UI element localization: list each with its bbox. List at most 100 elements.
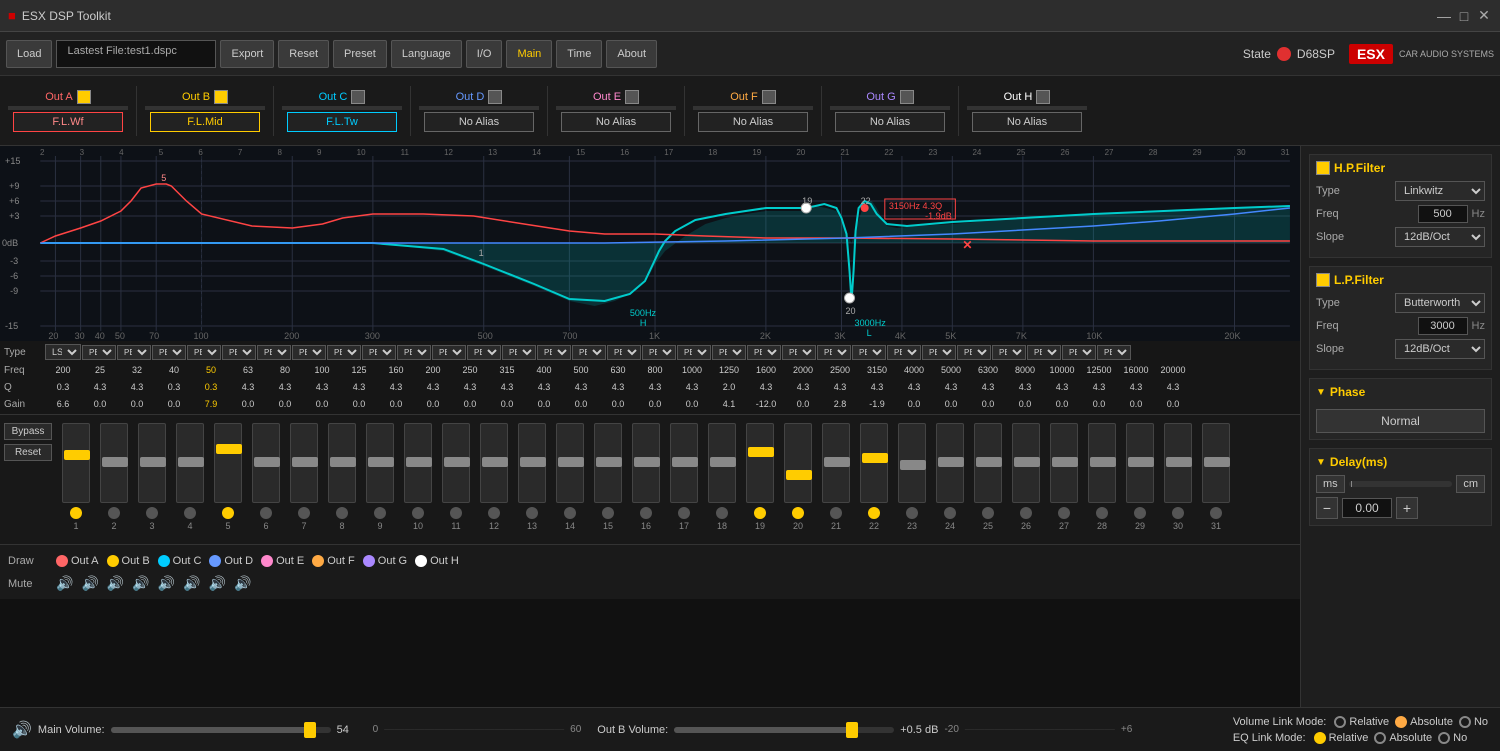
- channel-c-name-btn[interactable]: F.L.Tw: [287, 112, 397, 132]
- minimize-button[interactable]: —: [1436, 8, 1452, 24]
- channel-b-name-btn[interactable]: F.L.Mid: [150, 112, 260, 132]
- band5-type[interactable]: PE: [187, 345, 221, 360]
- channel-e-name-btn[interactable]: No Alias: [561, 112, 671, 132]
- fader-track-20[interactable]: [784, 423, 812, 503]
- band30-type[interactable]: PE: [1062, 345, 1096, 360]
- mute-g[interactable]: 🔊: [209, 575, 226, 592]
- fader-track-30[interactable]: [1164, 423, 1192, 503]
- fader-track-17[interactable]: [670, 423, 698, 503]
- band23-type[interactable]: PE: [817, 345, 851, 360]
- eq-link-relative-radio[interactable]: [1314, 732, 1326, 744]
- band18-type[interactable]: PE: [642, 345, 676, 360]
- fader-track-7[interactable]: [290, 423, 318, 503]
- fader-dot-11[interactable]: [450, 507, 462, 519]
- fader-dot-19[interactable]: [754, 507, 766, 519]
- fader-track-19[interactable]: [746, 423, 774, 503]
- fader-track-24[interactable]: [936, 423, 964, 503]
- fader-dot-4[interactable]: [184, 507, 196, 519]
- export-button[interactable]: Export: [220, 40, 274, 68]
- fader-track-11[interactable]: [442, 423, 470, 503]
- mute-f[interactable]: 🔊: [183, 575, 200, 592]
- fader-dot-15[interactable]: [602, 507, 614, 519]
- band10-type[interactable]: PE: [362, 345, 396, 360]
- band28-type[interactable]: PE: [992, 345, 1026, 360]
- channel-g-name-btn[interactable]: No Alias: [835, 112, 945, 132]
- band21-type[interactable]: PE: [747, 345, 781, 360]
- band26-type[interactable]: PE: [922, 345, 956, 360]
- band25-type[interactable]: PE: [887, 345, 921, 360]
- fader-dot-16[interactable]: [640, 507, 652, 519]
- draw-dot-f[interactable]: [312, 555, 324, 567]
- band1-type[interactable]: LS: [45, 344, 81, 360]
- fader-track-12[interactable]: [480, 423, 508, 503]
- band7-type[interactable]: PE: [257, 345, 291, 360]
- volume-link-no-radio[interactable]: [1459, 716, 1471, 728]
- fader-dot-12[interactable]: [488, 507, 500, 519]
- channel-h-name-btn[interactable]: No Alias: [972, 112, 1082, 132]
- channel-a-checkbox[interactable]: [77, 90, 91, 104]
- channel-e-checkbox[interactable]: [625, 90, 639, 104]
- fader-dot-27[interactable]: [1058, 507, 1070, 519]
- fader-dot-26[interactable]: [1020, 507, 1032, 519]
- draw-dot-a[interactable]: [56, 555, 68, 567]
- channel-b-checkbox[interactable]: [214, 90, 228, 104]
- eq-link-absolute-radio[interactable]: [1374, 732, 1386, 744]
- fader-dot-7[interactable]: [298, 507, 310, 519]
- fader-dot-24[interactable]: [944, 507, 956, 519]
- fader-track-29[interactable]: [1126, 423, 1154, 503]
- fader-track-3[interactable]: [138, 423, 166, 503]
- fader-track-18[interactable]: [708, 423, 736, 503]
- fader-track-26[interactable]: [1012, 423, 1040, 503]
- fader-track-4[interactable]: [176, 423, 204, 503]
- lp-freq-value[interactable]: 3000: [1418, 317, 1468, 335]
- fader-dot-23[interactable]: [906, 507, 918, 519]
- fader-track-28[interactable]: [1088, 423, 1116, 503]
- band16-type[interactable]: PE: [572, 345, 606, 360]
- band29-type[interactable]: PE: [1027, 345, 1061, 360]
- mute-b[interactable]: 🔊: [81, 575, 98, 592]
- reset-button[interactable]: Reset: [278, 40, 329, 68]
- mute-a[interactable]: 🔊: [56, 575, 73, 592]
- fader-track-2[interactable]: [100, 423, 128, 503]
- about-button[interactable]: About: [606, 40, 657, 68]
- phase-value-button[interactable]: Normal: [1316, 409, 1485, 433]
- draw-dot-d[interactable]: [209, 555, 221, 567]
- mute-d[interactable]: 🔊: [132, 575, 149, 592]
- io-button[interactable]: I/O: [466, 40, 503, 68]
- fader-dot-10[interactable]: [412, 507, 424, 519]
- fader-dot-21[interactable]: [830, 507, 842, 519]
- fader-track-15[interactable]: [594, 423, 622, 503]
- delay-ms-button[interactable]: ms: [1316, 475, 1345, 493]
- hp-freq-value[interactable]: 500: [1418, 205, 1468, 223]
- mute-e[interactable]: 🔊: [158, 575, 175, 592]
- hp-filter-enable[interactable]: [1316, 161, 1330, 175]
- delay-minus-button[interactable]: −: [1316, 497, 1338, 519]
- channel-f-name-btn[interactable]: No Alias: [698, 112, 808, 132]
- fader-dot-22[interactable]: [868, 507, 880, 519]
- fader-dot-5[interactable]: [222, 507, 234, 519]
- band11-type[interactable]: PE: [397, 345, 431, 360]
- outb-volume-slider[interactable]: [674, 727, 894, 733]
- channel-h-checkbox[interactable]: [1036, 90, 1050, 104]
- fader-dot-20[interactable]: [792, 507, 804, 519]
- fader-track-23[interactable]: [898, 423, 926, 503]
- channel-c-checkbox[interactable]: [351, 90, 365, 104]
- fader-dot-2[interactable]: [108, 507, 120, 519]
- band22-type[interactable]: PE: [782, 345, 816, 360]
- language-button[interactable]: Language: [391, 40, 462, 68]
- time-button[interactable]: Time: [556, 40, 602, 68]
- hp-type-select[interactable]: Linkwitz Butterworth Bessel: [1395, 181, 1485, 201]
- fader-track-9[interactable]: [366, 423, 394, 503]
- fader-dot-8[interactable]: [336, 507, 348, 519]
- fader-dot-17[interactable]: [678, 507, 690, 519]
- close-button[interactable]: ✕: [1476, 8, 1492, 24]
- channel-d-checkbox[interactable]: [488, 90, 502, 104]
- lp-type-select[interactable]: Butterworth Linkwitz Bessel: [1395, 293, 1485, 313]
- preset-button[interactable]: Preset: [333, 40, 387, 68]
- eq-point-20[interactable]: [844, 293, 854, 303]
- fader-track-5[interactable]: [214, 423, 242, 503]
- band13-type[interactable]: PE: [467, 345, 501, 360]
- fader-dot-30[interactable]: [1172, 507, 1184, 519]
- mute-h[interactable]: 🔊: [234, 575, 251, 592]
- band31-type[interactable]: PE: [1097, 345, 1131, 360]
